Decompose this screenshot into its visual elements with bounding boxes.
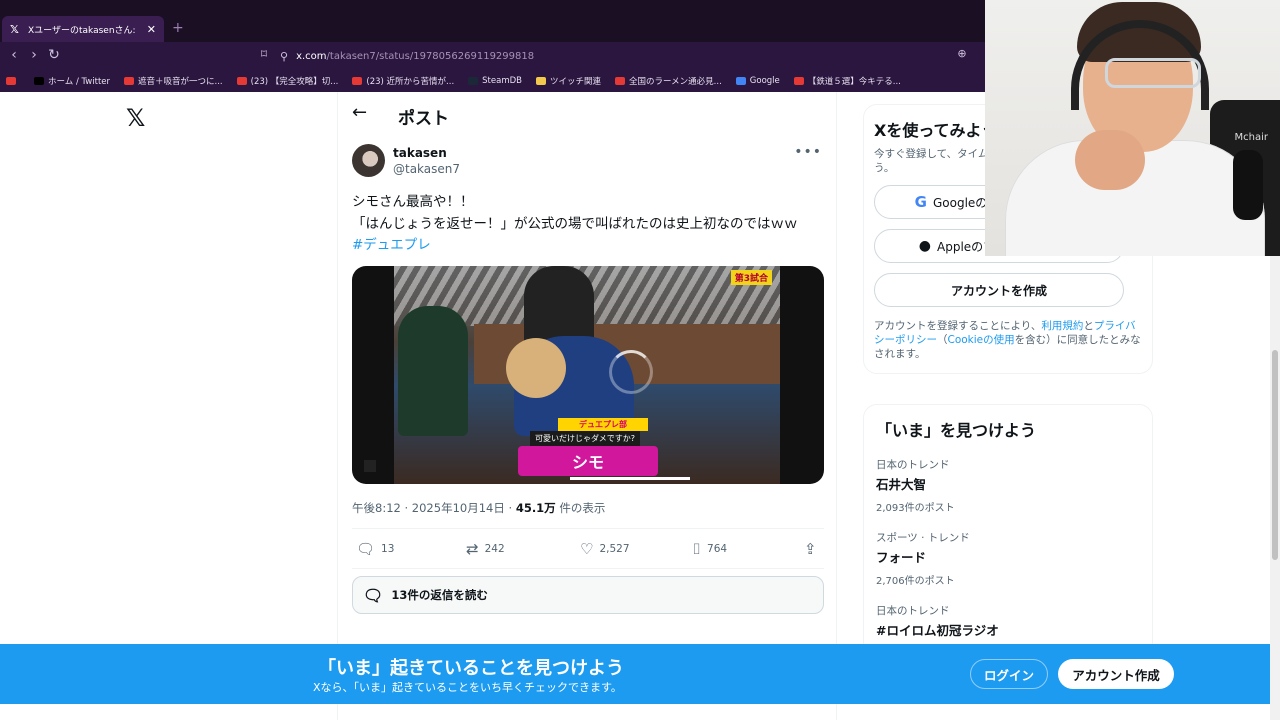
share-button[interactable]: ⇪	[804, 540, 817, 558]
back-arrow-icon[interactable]: ←	[352, 102, 367, 123]
site-info-icon[interactable]: ⚲	[280, 50, 288, 63]
tab-close-icon[interactable]: ✕	[147, 23, 156, 36]
bookmark-favicon-icon	[124, 77, 135, 85]
like-icon: ♡	[580, 540, 594, 558]
tweet-line-2: 「はんじょうを返せー！」が公式の場で叫ばれたのは史上初なのではｗｗ	[352, 215, 798, 232]
login-banner: 「いま」起きていることを見つけよう Xなら、「いま」起きていることをいち早くチェ…	[0, 644, 1270, 704]
tweet-text: シモさん最高や！！ 「はんじょうを返せー！」が公式の場で叫ばれたのは史上初なので…	[352, 192, 832, 257]
video-caption: デュエプレ部 可愛いだけじゃダメですか? シモ	[518, 418, 658, 476]
bookmark-favicon-icon	[535, 77, 546, 85]
bookmark-item[interactable]: ツイッチ関連	[535, 75, 601, 87]
bookmark-item[interactable]: ホーム / Twitter	[34, 75, 110, 87]
url-text: x.com/takasen7/status/197805626911929981…	[296, 50, 535, 62]
post-author[interactable]: takasen @takasen7	[352, 144, 460, 177]
bookmark-favicon-icon	[352, 77, 363, 85]
create-account-banner-button[interactable]: アカウント作成	[1058, 659, 1174, 689]
bookmark-item[interactable]: Google	[735, 76, 780, 86]
video-player[interactable]: 第3試合 デュエプレ部 可愛いだけじゃダメですか? シモ	[352, 266, 824, 484]
bookmark-item[interactable]	[6, 77, 20, 85]
bookmark-favicon-icon	[468, 77, 479, 85]
trends-title: 「いま」を見つけよう	[876, 421, 1037, 440]
bookmark-favicon-icon	[34, 77, 44, 85]
forward-nav-icon[interactable]: ›	[24, 47, 44, 63]
reply-icon: 🗨	[356, 540, 376, 558]
bookmark-button[interactable]: ⌷ 764	[692, 540, 727, 558]
divider	[352, 568, 824, 569]
reply-button[interactable]: 🗨 13	[356, 540, 394, 558]
bookmark-favicon-icon	[236, 77, 247, 85]
replies-bubble-icon: 🗨	[363, 585, 384, 605]
scrollbar-thumb[interactable]	[1272, 350, 1278, 560]
url-bar[interactable]: ⚲ x.com/takasen7/status/1978056269119299…	[280, 46, 980, 66]
repost-button[interactable]: ⇄ 242	[466, 540, 505, 558]
bookmark-favicon-icon	[793, 77, 804, 85]
post-date[interactable]: 2025年10月14日	[412, 501, 505, 515]
microphone-icon	[1233, 150, 1263, 220]
bookmark-favicon-icon	[735, 77, 746, 85]
video-frame: 第3試合 デュエプレ部 可愛いだけじゃダメですか? シモ	[394, 266, 780, 484]
chair-logo: Mchair	[1234, 132, 1268, 143]
post-time[interactable]: 午後8:12	[352, 501, 401, 515]
streamer-hand	[1075, 130, 1145, 190]
new-tab-icon[interactable]: +	[172, 20, 184, 36]
glasses-icon	[1105, 58, 1201, 88]
bookmark-favicon-icon	[615, 77, 625, 85]
bookmark-icon: ⌷	[692, 540, 702, 558]
page-title: ポスト	[398, 109, 449, 129]
divider	[352, 528, 824, 529]
video-progress-bar[interactable]	[570, 477, 690, 480]
hashtag-link[interactable]: #デュエプレ	[352, 235, 832, 257]
terms-link[interactable]: 利用規約	[1041, 320, 1083, 332]
banner-title: 「いま」起きていることを見つけよう	[318, 658, 624, 679]
x-logo-icon[interactable]: 𝕏	[126, 104, 145, 132]
x-favicon-icon: 𝕏	[10, 22, 19, 36]
bookmark-item[interactable]: 遮音＋吸音が一つに...	[124, 75, 223, 87]
author-name[interactable]: takasen	[393, 146, 460, 160]
terms-text: アカウントを登録することにより、利用規約とプライバシーポリシー（Cookieの使…	[874, 320, 1141, 360]
view-label: 件の表示	[559, 501, 606, 515]
post-meta: 午後8:12 · 2025年10月14日 · 45.1万 件の表示	[352, 501, 606, 515]
bookmark-item[interactable]: (23) 【完全攻略】切...	[236, 75, 338, 87]
loading-spinner-icon	[609, 350, 653, 394]
trend-item[interactable]: 日本のトレンド #ロイロム初冠ラジオ	[876, 603, 1140, 639]
trends-card: 「いま」を見つけよう 日本のトレンド 石井大智 2,093件のポスト スポーツ …	[863, 404, 1153, 664]
bookmark-item[interactable]: 全国のラーメン通必見...	[615, 75, 722, 87]
more-icon[interactable]: •••	[794, 144, 822, 160]
reload-icon[interactable]: ↻	[44, 47, 64, 63]
bookmark-item[interactable]: SteamDB	[468, 76, 522, 86]
apple-icon: ●	[918, 238, 932, 254]
author-handle[interactable]: @takasen7	[393, 162, 460, 176]
banner-subtitle: Xなら、「いま」起きていることをいち早くチェックできます。	[313, 681, 622, 694]
browser-tab[interactable]: 𝕏 Xユーザーのtakasenさん:「シモさん最 ✕	[2, 16, 164, 42]
post-actions: 🗨 13 ⇄ 242 ♡ 2,527 ⌷ 764 ⇪	[352, 536, 824, 562]
like-button[interactable]: ♡ 2,527	[580, 540, 630, 558]
bookmark-favicon-icon	[6, 77, 16, 85]
webcam-overlay: Mchair	[985, 0, 1280, 256]
google-icon: G	[914, 193, 927, 211]
bookmark-page-icon[interactable]: ⌑	[254, 47, 274, 61]
back-nav-icon[interactable]: ‹	[4, 47, 24, 63]
share-icon: ⇪	[804, 540, 817, 558]
post-column: ← ポスト takasen @takasen7 ••• シモさん最高や！！ 「は…	[337, 92, 837, 720]
trend-item[interactable]: 日本のトレンド 石井大智 2,093件のポスト	[876, 457, 1140, 514]
bookmark-item[interactable]: 【鉄道５選】今キテる...	[793, 75, 901, 87]
zoom-icon[interactable]: ⊕	[952, 47, 972, 60]
login-button[interactable]: ログイン	[970, 659, 1048, 689]
view-count: 45.1万	[515, 501, 556, 515]
bookmark-item[interactable]: (23) 近所から苦情が...	[352, 75, 454, 87]
cookie-link[interactable]: Cookieの使用	[948, 334, 1015, 346]
video-badge: 第3試合	[730, 270, 772, 285]
tab-title: Xユーザーのtakasenさん:「シモさん最	[28, 25, 141, 36]
video-control-icon[interactable]	[364, 460, 376, 472]
avatar[interactable]	[352, 144, 385, 177]
create-account-button[interactable]: アカウントを作成	[874, 273, 1124, 307]
post-header: ← ポスト	[338, 92, 836, 136]
read-replies-button[interactable]: 🗨 13件の返信を読む	[352, 576, 824, 614]
tweet-line-1: シモさん最高や！！	[352, 194, 474, 210]
repost-icon: ⇄	[466, 540, 479, 558]
trend-item[interactable]: スポーツ · トレンド フォード 2,706件のポスト	[876, 530, 1140, 587]
